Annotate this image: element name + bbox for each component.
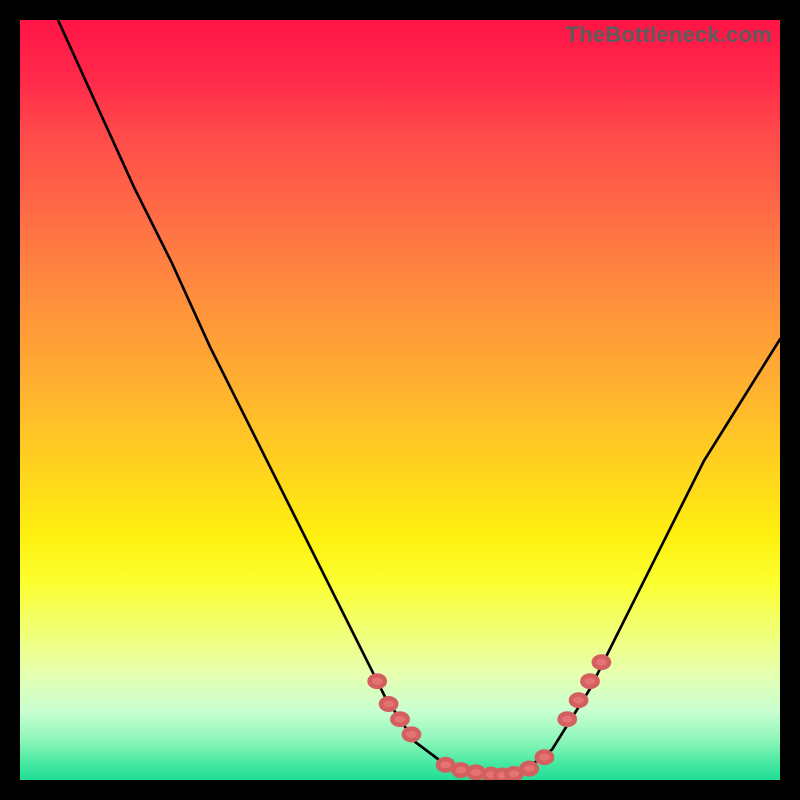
data-point-marker: [560, 714, 575, 725]
data-point-marker: [404, 729, 419, 740]
data-point-marker: [582, 676, 597, 687]
data-point-marker: [392, 714, 407, 725]
data-point-marker: [468, 767, 483, 778]
bottleneck-curve: [58, 20, 780, 776]
data-point-marker: [506, 768, 521, 779]
markers-group: [370, 657, 609, 781]
data-point-marker: [522, 763, 537, 774]
chart-frame: TheBottleneck.com: [0, 0, 800, 800]
data-point-marker: [381, 698, 396, 709]
data-point-marker: [370, 676, 385, 687]
data-point-marker: [594, 657, 609, 668]
plot-area: TheBottleneck.com: [20, 20, 780, 780]
data-point-marker: [453, 764, 468, 775]
data-point-marker: [438, 759, 453, 770]
data-point-marker: [537, 752, 552, 763]
chart-svg: [20, 20, 780, 780]
data-point-marker: [571, 695, 586, 706]
